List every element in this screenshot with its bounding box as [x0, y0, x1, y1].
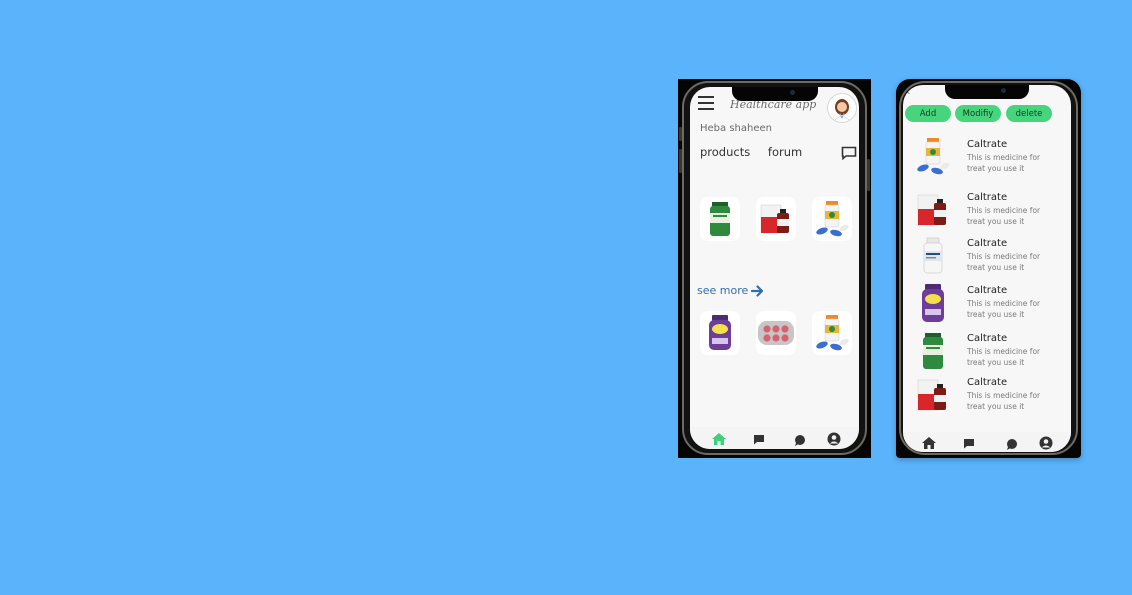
- green-bottle-thumb: [923, 333, 943, 369]
- item-description: This is medicine for treat you use it: [967, 206, 1041, 226]
- item-description: This is medicine for treat you use it: [967, 299, 1041, 319]
- pill-bottles-thumb: [917, 138, 950, 175]
- white-bottle-thumb: [923, 237, 943, 274]
- avatar[interactable]: [827, 93, 857, 123]
- red-box-bottle-thumb: [917, 379, 946, 411]
- see-more-link[interactable]: see more: [697, 284, 764, 297]
- product-red-box[interactable]: [756, 197, 796, 241]
- item-description: This is medicine for treat you use it: [967, 252, 1041, 272]
- chat-icon[interactable]: [841, 145, 857, 161]
- add-button[interactable]: Add: [905, 105, 951, 122]
- item-description: This is medicine for treat you use it: [967, 391, 1041, 411]
- message-icon[interactable]: [961, 435, 977, 449]
- tab-products[interactable]: products: [700, 145, 750, 159]
- product-pill-bottles[interactable]: [812, 311, 852, 355]
- phone-notch: [731, 87, 818, 101]
- tab-forum[interactable]: forum: [768, 145, 802, 159]
- bottom-nav: [690, 427, 859, 449]
- item-name: Caltrate: [967, 139, 1008, 150]
- item-name: Caltrate: [967, 377, 1008, 388]
- comment-icon[interactable]: [1004, 435, 1020, 450]
- arrow-right-icon: [751, 284, 764, 297]
- home-screen: Healthcare app Heba shaheen products for…: [690, 87, 859, 449]
- list-item[interactable]: Caltrate This is medicine for treat you u…: [913, 189, 1063, 233]
- home-icon[interactable]: [711, 431, 727, 445]
- item-name: Caltrate: [967, 238, 1008, 249]
- list-item[interactable]: Caltrate This is medicine for treat you u…: [913, 136, 1063, 180]
- red-box-bottle-thumb: [917, 194, 946, 226]
- bottom-nav: [903, 432, 1071, 452]
- product-purple-bottle[interactable]: [700, 311, 740, 355]
- product-pill-bottles[interactable]: [812, 197, 852, 241]
- phone-notch: [945, 85, 1029, 99]
- product-green-bottle[interactable]: [700, 197, 740, 241]
- list-item[interactable]: Caltrate This is medicine for treat you u…: [913, 235, 1063, 279]
- home-icon[interactable]: [921, 435, 937, 449]
- back-icon[interactable]: ‹: [906, 85, 910, 98]
- message-icon[interactable]: [751, 431, 767, 445]
- modify-button[interactable]: Modifiy: [955, 105, 1001, 122]
- list-item[interactable]: Caltrate This is medicine for treat you u…: [913, 330, 1063, 374]
- phone-mockup-home: Healthcare app Heba shaheen products for…: [678, 79, 871, 458]
- see-more-label: see more: [697, 284, 749, 297]
- account-icon[interactable]: [826, 431, 842, 446]
- menu-icon[interactable]: [698, 96, 714, 110]
- item-name: Caltrate: [967, 333, 1008, 344]
- item-description: This is medicine for treat you use it: [967, 347, 1041, 367]
- tab-bar: products forum: [700, 145, 816, 159]
- list-item[interactable]: Caltrate This is medicine for treat you u…: [913, 374, 1063, 418]
- user-name: Heba shaheen: [700, 123, 772, 134]
- delete-button[interactable]: delete: [1006, 105, 1052, 122]
- admin-screen: ‹ Add Modifiy delete Caltrate This is me…: [903, 85, 1071, 452]
- phone-mockup-admin: ‹ Add Modifiy delete Caltrate This is me…: [896, 79, 1081, 458]
- list-item[interactable]: Caltrate This is medicine for treat you u…: [913, 282, 1063, 326]
- power-button: [867, 159, 870, 191]
- item-name: Caltrate: [967, 285, 1008, 296]
- product-blister-pack[interactable]: [756, 311, 796, 355]
- item-description: This is medicine for treat you use it: [967, 153, 1041, 173]
- account-icon[interactable]: [1038, 435, 1054, 450]
- item-name: Caltrate: [967, 192, 1008, 203]
- comment-icon[interactable]: [792, 431, 808, 446]
- purple-bottle-thumb: [922, 284, 944, 322]
